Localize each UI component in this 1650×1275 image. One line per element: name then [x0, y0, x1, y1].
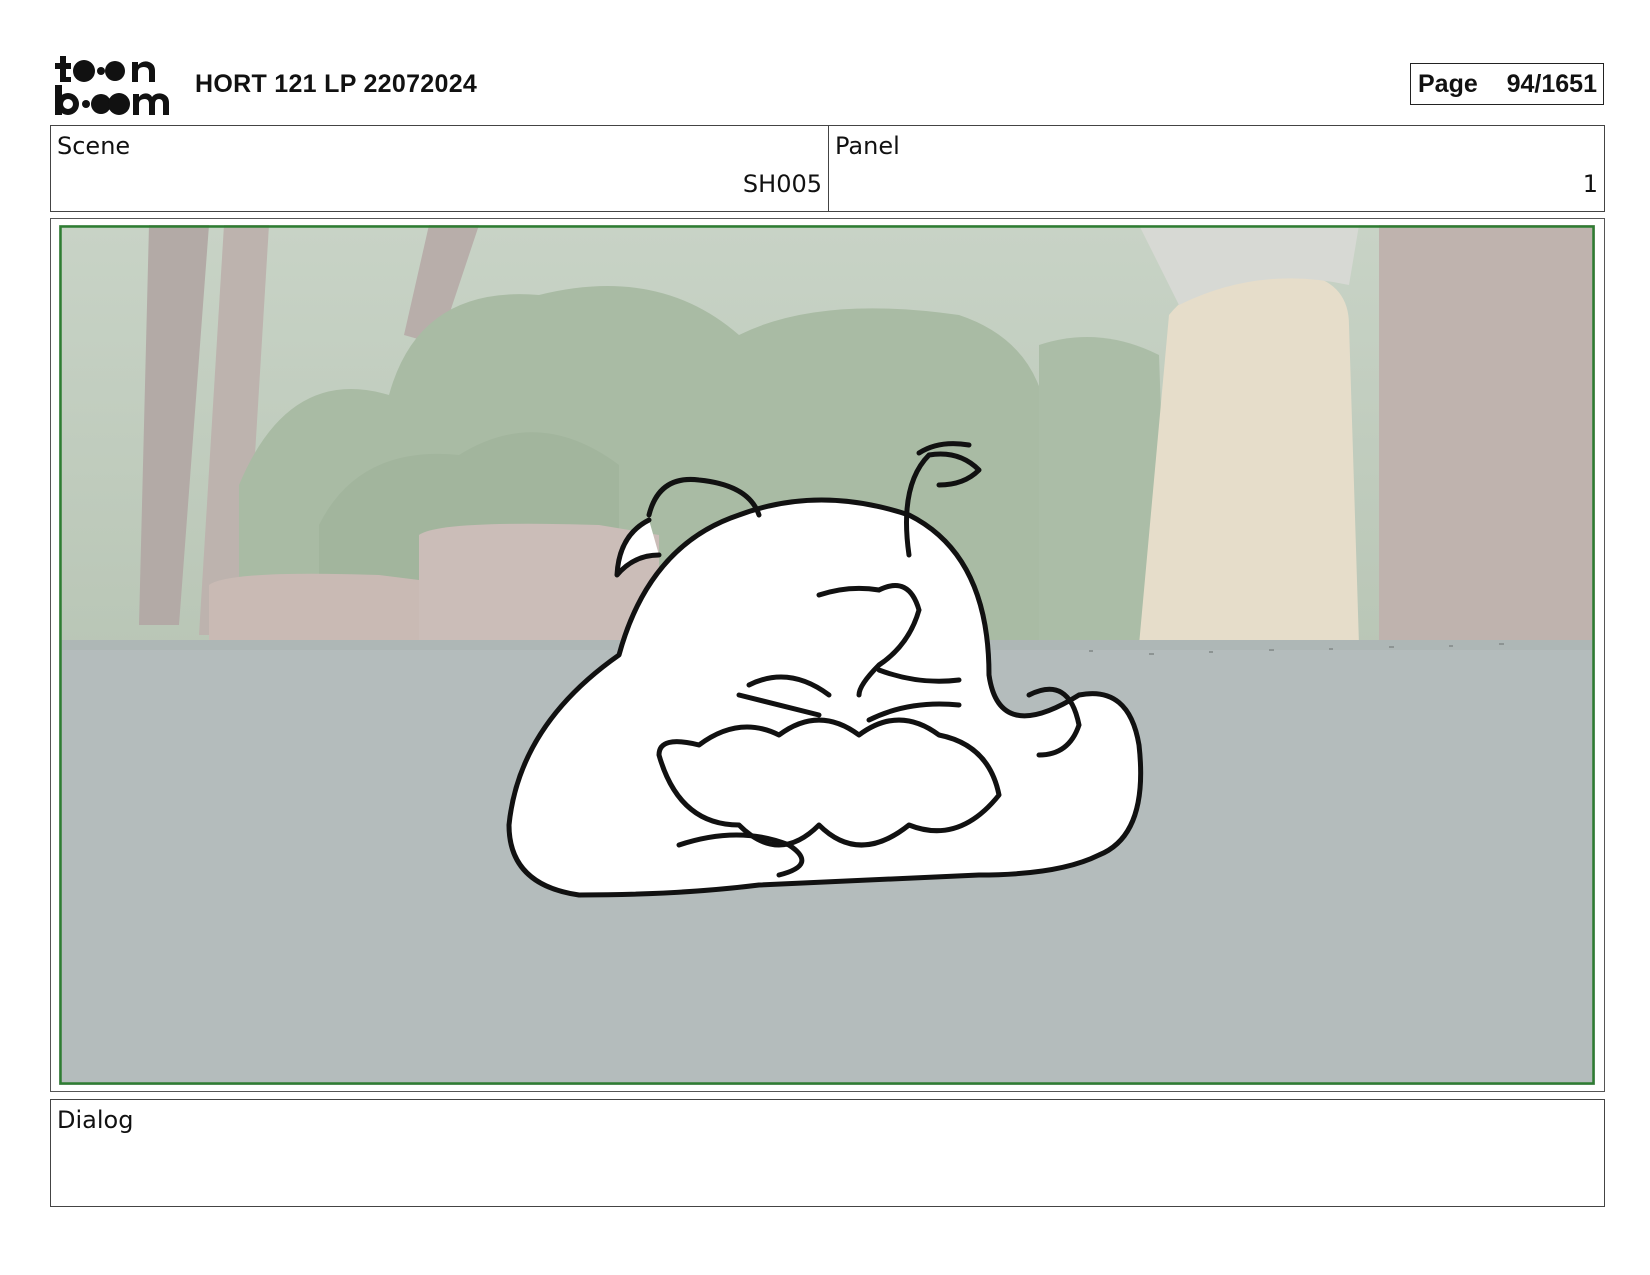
scene-label: Scene [57, 132, 131, 160]
storyboard-drawing-icon [59, 225, 1595, 1085]
scene-value: SH005 [742, 170, 822, 198]
page-indicator: Page 94/1651 [1410, 63, 1604, 105]
toon-boom-logo [55, 56, 169, 115]
panel-cell: Panel 1 [829, 126, 1604, 211]
panel-label: Panel [835, 132, 900, 160]
page-number: 94/1651 [1506, 69, 1597, 98]
storyboard-panel [50, 218, 1605, 1092]
panel-value: 1 [1582, 170, 1598, 198]
scene-panel-info: Scene SH005 Panel 1 [50, 125, 1605, 212]
scene-cell: Scene SH005 [51, 126, 829, 211]
page-label: Page [1418, 69, 1478, 98]
dialog-box: Dialog [50, 1099, 1605, 1207]
dialog-label: Dialog [57, 1106, 134, 1134]
document-title: HORT 121 LP 22072024 [195, 70, 478, 98]
